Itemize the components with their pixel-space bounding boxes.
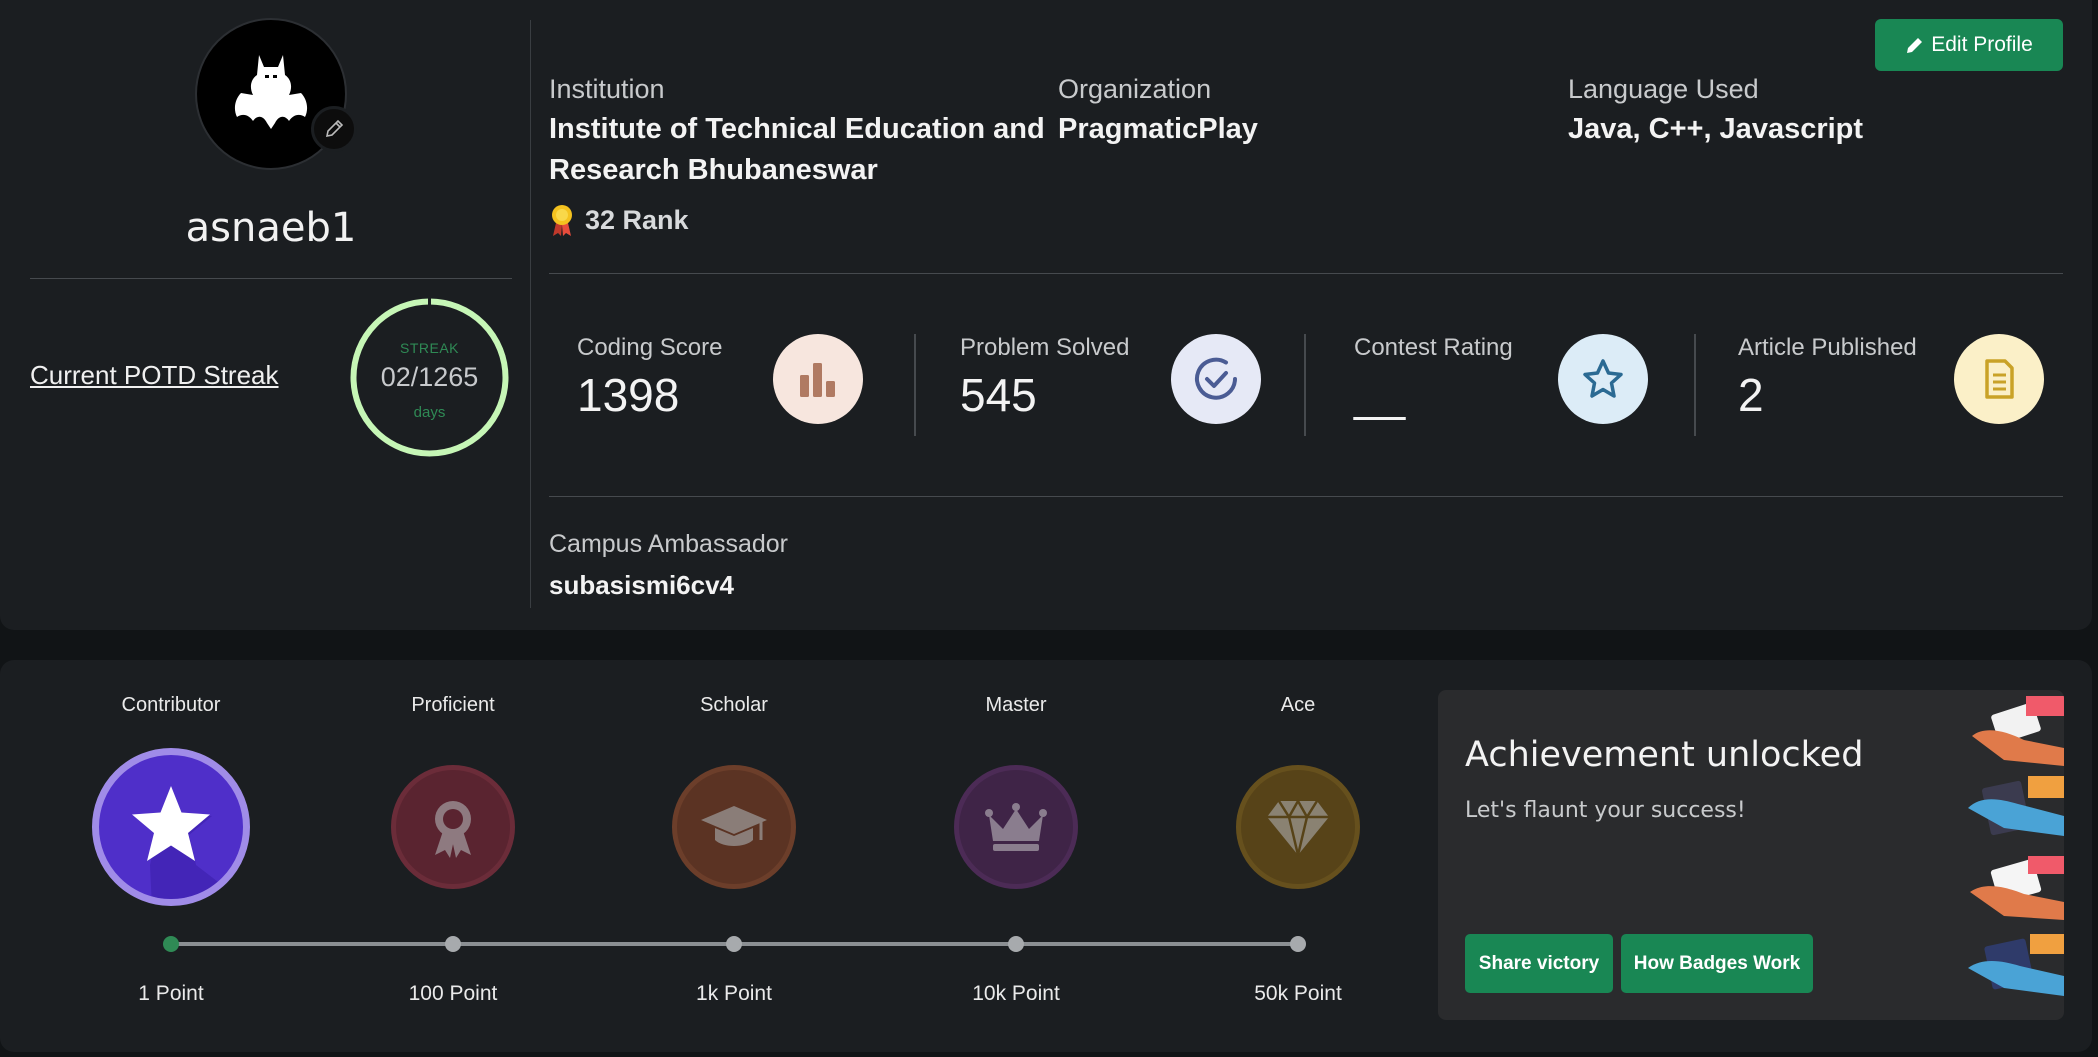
badge-points: 100 Point: [408, 982, 498, 1005]
badge-points: 1 Point: [138, 982, 204, 1005]
how-badges-work-button[interactable]: How Badges Work: [1621, 934, 1813, 993]
rank-text: 32 Rank: [585, 204, 689, 235]
batman-avatar-icon: [234, 55, 308, 129]
track-dot: [163, 936, 179, 952]
rank-badge: 32 Rank: [549, 203, 689, 237]
stat-contest-rating: Contest Rating __: [1354, 330, 1734, 430]
stat-separator: [1304, 334, 1306, 436]
streak-ring: STREAK 02/1265 days: [348, 296, 511, 459]
avatar-wrapper: [195, 18, 357, 170]
institution-block: Institution Institute of Technical Educa…: [549, 74, 1045, 191]
divider: [30, 278, 512, 279]
stat-separator: [1694, 334, 1696, 436]
crown-icon: [954, 765, 1078, 889]
stat-problem-solved: Problem Solved 545: [960, 330, 1340, 430]
stat-coding-score: Coding Score 1398: [577, 330, 957, 430]
stat-article-published: Article Published 2: [1738, 330, 2098, 430]
ambassador-value: subasismi6cv4: [549, 570, 735, 600]
badge-points: 1k Point: [696, 982, 772, 1005]
track-dot: [726, 936, 742, 952]
edit-profile-label: Edit Profile: [1931, 33, 2033, 56]
ambassador-label: Campus Ambassador: [549, 530, 789, 558]
language-value: Java, C++, Javascript: [1568, 113, 1864, 145]
divider: [549, 496, 2063, 497]
achievement-title: Achievement unlocked: [1465, 735, 1864, 775]
pencil-icon: [1907, 38, 1923, 53]
organization-block: Organization PragmaticPlay: [1058, 74, 1258, 150]
institution-line-2: Research Bhubaneswar: [549, 154, 878, 186]
document-icon: [1954, 334, 2044, 424]
stat-label: Article Published: [1738, 334, 1917, 361]
language-label: Language Used: [1568, 74, 1759, 104]
stat-separator: [914, 334, 916, 436]
stat-label: Contest Rating: [1354, 334, 1513, 361]
organization-value: PragmaticPlay: [1058, 113, 1258, 145]
profile-card: asnaeb1 Current POTD Streak STREAK 02/12…: [0, 0, 2092, 630]
stat-value: __: [1354, 369, 1406, 421]
streak-count: 02/1265: [380, 362, 479, 392]
badge-name: Ace: [1280, 694, 1316, 716]
stat-label: Coding Score: [577, 334, 723, 361]
divider: [549, 273, 2063, 274]
pencil-icon: [325, 119, 344, 138]
stat-value: 1398: [577, 369, 680, 421]
stat-value: 2: [1738, 369, 1764, 421]
award-ribbon-icon: [391, 765, 515, 889]
vertical-divider: [530, 20, 531, 608]
stat-label: Problem Solved: [960, 334, 1130, 361]
badge-name: Master: [985, 694, 1047, 716]
badge-name: Proficient: [411, 694, 495, 716]
badge-name: Scholar: [700, 694, 768, 716]
share-victory-button[interactable]: Share victory: [1465, 934, 1613, 993]
avatar-edit-button[interactable]: [311, 106, 357, 152]
institution-value: Institute of Technical Education and Res…: [549, 109, 1045, 191]
bar-chart-icon: [773, 334, 863, 424]
username: asnaeb1: [185, 205, 357, 251]
profile-left-panel: asnaeb1 Current POTD Streak STREAK 02/12…: [30, 0, 512, 610]
institution-label: Institution: [549, 74, 665, 104]
badge-name: Contributor: [121, 694, 221, 716]
organization-label: Organization: [1058, 74, 1212, 104]
badges-card: Contributor 1 Point Proficient 100 Point…: [0, 660, 2092, 1052]
institution-line-1: Institute of Technical Education and: [549, 113, 1045, 145]
check-circle-icon: [1171, 334, 1261, 424]
track-dot: [1008, 936, 1024, 952]
track-dot: [1290, 936, 1306, 952]
achievement-panel: Achievement unlocked Let's flaunt your s…: [1438, 690, 2064, 1020]
star-icon: [1558, 334, 1648, 424]
medal-icon: [552, 205, 572, 236]
potd-streak-link[interactable]: Current POTD Streak: [30, 360, 279, 391]
star-icon: [92, 748, 250, 906]
badge-points: 10k Point: [972, 982, 1060, 1005]
celebration-illustration-icon: [1968, 696, 2064, 996]
achievement-subtitle: Let's flaunt your success!: [1465, 798, 1746, 823]
edit-profile-button[interactable]: Edit Profile: [1875, 19, 2063, 71]
badge-points: 50k Point: [1254, 982, 1342, 1005]
graduation-cap-icon: [672, 765, 796, 889]
streak-unit: days: [413, 404, 446, 421]
stat-value: 545: [960, 369, 1037, 421]
streak-title: STREAK: [399, 340, 459, 356]
language-block: Language Used Java, C++, Javascript: [1568, 74, 1863, 150]
track-dot: [445, 936, 461, 952]
diamond-icon: [1236, 765, 1360, 889]
